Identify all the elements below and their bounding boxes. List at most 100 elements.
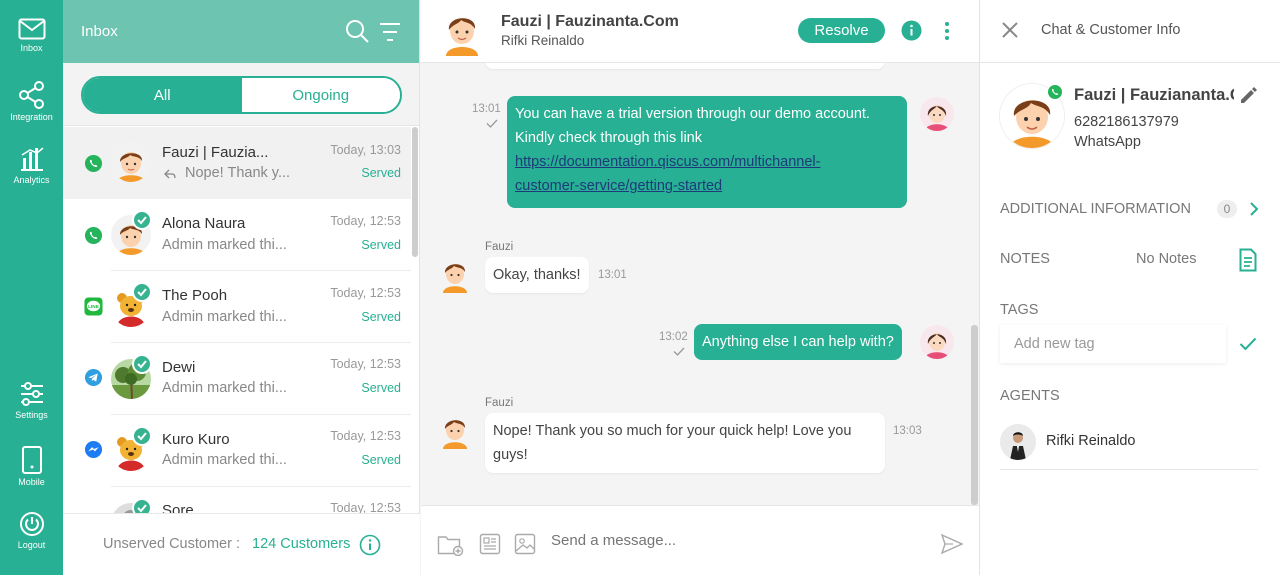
conversation-name: The Pooh — [162, 287, 228, 304]
customer-avatar — [446, 18, 478, 56]
whatsapp-icon — [1047, 84, 1063, 100]
nav-mobile[interactable]: Mobile — [0, 446, 63, 487]
nav-integration[interactable]: Integration — [0, 81, 63, 122]
conversation-list-scrollbar[interactable] — [412, 127, 418, 257]
customer-name: Fauzi | Fauziananta.Com — [1074, 86, 1234, 104]
template-icon[interactable] — [479, 533, 501, 555]
nav-mobile-label: Mobile — [18, 477, 45, 487]
message-time: 13:03 — [893, 425, 922, 437]
documentation-link[interactable]: https://documentation.qiscus.com/multich… — [515, 154, 820, 170]
message-input[interactable] — [551, 532, 921, 549]
notes-label: NOTES — [1000, 251, 1050, 267]
conversation-preview: Admin marked thi... — [162, 380, 287, 396]
more-options-icon[interactable] — [943, 21, 951, 41]
message-text: Okay, thanks! — [493, 267, 581, 283]
unserved-count[interactable]: 124 Customers — [252, 536, 350, 552]
inbox-title: Inbox — [81, 23, 118, 40]
nav-integration-label: Integration — [10, 112, 53, 122]
resolved-check-icon — [132, 210, 152, 230]
message-composer — [421, 505, 979, 575]
svg-text:LINE: LINE — [88, 304, 99, 310]
notes-icon[interactable] — [1239, 248, 1257, 272]
conversation-time: Today, 12:53 — [330, 501, 401, 513]
conversation-filter-tabs: All Ongoing — [81, 76, 402, 114]
conversation-time: Today, 12:53 — [330, 357, 401, 371]
resolve-button[interactable]: Resolve — [798, 18, 885, 43]
confirm-check-icon[interactable] — [1239, 337, 1257, 351]
image-icon[interactable] — [514, 533, 536, 555]
unserved-label: Unserved Customer : — [103, 536, 240, 552]
conversation-time: Today, 12:53 — [330, 286, 401, 300]
nav-logout[interactable]: Logout — [0, 511, 63, 550]
conversation-name: Fauzi | Fauzia... — [162, 144, 269, 161]
agent-avatar — [920, 97, 954, 131]
message-bubble-incoming: Nope! Thank you so much for your quick h… — [485, 413, 885, 473]
resolved-check-icon — [132, 282, 152, 302]
conversation-list: Fauzi | Fauzia... Nope! Thank y... Today… — [63, 127, 420, 513]
customer-phone: 6282186137979 — [1074, 114, 1179, 130]
send-icon[interactable] — [941, 534, 963, 554]
conversation-status: Served — [361, 166, 401, 180]
nav-settings[interactable]: Settings — [0, 381, 63, 420]
search-icon[interactable] — [344, 18, 370, 44]
sent-check-icon — [673, 347, 685, 356]
chat-customer-name: Fauzi | Fauzinanta.Com — [501, 13, 679, 30]
conversation-time: Today, 12:53 — [330, 214, 401, 228]
unserved-footer: Unserved Customer : 124 Customers — [63, 513, 420, 575]
nav-settings-label: Settings — [15, 410, 48, 420]
message-sender: Fauzi — [485, 241, 514, 253]
info-icon[interactable] — [901, 20, 922, 41]
conversation-item[interactable]: Fauzi | Fauzia... Nope! Thank y... Today… — [63, 127, 411, 199]
sliders-icon — [20, 382, 43, 406]
nav-inbox[interactable]: Inbox — [0, 18, 63, 53]
conversation-item[interactable]: Dewi Admin marked thi... Today, 12:53 Se… — [63, 343, 411, 415]
message-bubble-partial — [485, 63, 885, 69]
filter-icon[interactable] — [379, 22, 401, 42]
attach-folder-icon[interactable] — [437, 534, 465, 556]
additional-info-label[interactable]: ADDITIONAL INFORMATION — [1000, 201, 1191, 217]
conversation-item[interactable]: Sore Today, 12:53 — [63, 487, 411, 513]
edit-pencil-icon[interactable] — [1238, 86, 1258, 106]
message-time: 13:02 — [659, 331, 688, 343]
chevron-right-icon[interactable] — [1249, 201, 1259, 217]
close-icon[interactable] — [1002, 22, 1018, 38]
conversation-preview: Admin marked thi... — [162, 452, 287, 468]
agents-label: AGENTS — [1000, 388, 1060, 404]
conversation-name: Sore — [162, 502, 194, 513]
resolved-check-icon — [132, 498, 152, 513]
message-bubble-outgoing: You can have a trial version through our… — [507, 96, 907, 208]
avatar — [111, 142, 151, 182]
conversation-preview: Admin marked thi... — [162, 237, 287, 253]
info-icon[interactable] — [359, 534, 381, 556]
tags-label: TAGS — [1000, 302, 1039, 318]
conversation-item[interactable]: Kuro Kuro Admin marked thi... Today, 12:… — [63, 415, 411, 487]
conversation-time: Today, 13:03 — [330, 143, 401, 157]
agent-avatar — [920, 325, 954, 359]
message-text-cont: guys! — [493, 447, 528, 463]
message-time: 13:01 — [472, 103, 501, 115]
conversation-name: Alona Naura — [162, 215, 246, 232]
conversation-item[interactable]: LINE The Pooh Admin marked thi... Today,… — [63, 271, 411, 343]
nav-analytics[interactable]: Analytics — [0, 146, 63, 185]
filter-bar: All Ongoing — [63, 63, 419, 126]
message-text: Nope! Thank you so much for your quick h… — [493, 423, 852, 439]
power-icon — [19, 512, 44, 536]
info-title: Chat & Customer Info — [1041, 22, 1181, 38]
nav-analytics-label: Analytics — [13, 175, 50, 185]
documentation-link-cont[interactable]: customer-service/getting-started — [515, 178, 722, 194]
tab-ongoing[interactable]: Ongoing — [241, 78, 400, 112]
tab-all[interactable]: All — [83, 78, 242, 112]
conversation-time: Today, 12:53 — [330, 429, 401, 443]
conversation-item[interactable]: Alona Naura Admin marked thi... Today, 1… — [63, 199, 411, 271]
inbox-panel: Inbox All Ongoing Fauzi | Fauzia... Nope… — [63, 0, 420, 575]
message-bubble-outgoing: Anything else I can help with? — [694, 324, 902, 360]
message-bubble-incoming: Okay, thanks! — [485, 257, 589, 293]
notes-value: No Notes — [1136, 251, 1197, 267]
tag-input[interactable]: Add new tag — [1000, 325, 1226, 363]
chat-scrollbar[interactable] — [971, 325, 978, 505]
nav-logout-label: Logout — [17, 540, 46, 550]
chat-panel: Fauzi | Fauzinanta.Com Rifki Reinaldo Re… — [421, 0, 979, 575]
customer-info-panel: Chat & Customer Info Fauzi | Fauziananta… — [979, 0, 1280, 575]
share-icon — [18, 81, 44, 109]
whatsapp-icon — [84, 154, 103, 173]
